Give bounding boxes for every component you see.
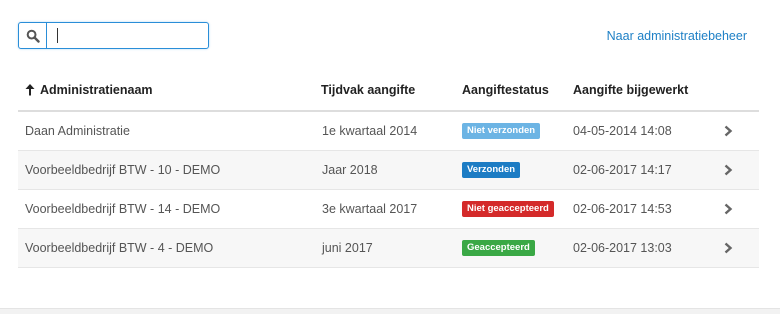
- status-badge: Niet verzonden: [462, 123, 541, 139]
- table-row[interactable]: Voorbeeldbedrijf BTW - 10 - DEMO Jaar 20…: [18, 151, 759, 190]
- chevron-right-icon[interactable]: [723, 125, 733, 137]
- column-header-status[interactable]: Aangiftestatus: [462, 83, 549, 97]
- aangifte-overview: Naar administratiebeheer Administratiena…: [0, 0, 780, 314]
- status-badge: Niet geaccepteerd: [462, 201, 554, 217]
- status-badge: Geaccepteerd: [462, 240, 535, 256]
- search-box[interactable]: [18, 22, 214, 49]
- cell-name: Daan Administratie: [25, 124, 130, 138]
- cell-name: Voorbeeldbedrijf BTW - 4 - DEMO: [25, 241, 214, 255]
- table-header: Administratienaam Tijdvak aangifte Aangi…: [18, 75, 759, 112]
- cell-updated: 02-06-2017 13:03: [573, 241, 672, 255]
- cell-updated: 02-06-2017 14:53: [573, 202, 672, 216]
- column-header-bijgewerkt[interactable]: Aangifte bijgewerkt: [573, 83, 688, 97]
- table-row[interactable]: Voorbeeldbedrijf BTW - 4 - DEMO juni 201…: [18, 229, 759, 268]
- cell-name: Voorbeeldbedrijf BTW - 10 - DEMO: [25, 163, 221, 177]
- cell-updated: 02-06-2017 14:17: [573, 163, 672, 177]
- text-caret: [57, 28, 58, 43]
- search-icon[interactable]: [19, 23, 47, 48]
- cell-period: Jaar 2018: [322, 163, 378, 177]
- column-header-tijdvak[interactable]: Tijdvak aangifte: [321, 83, 415, 97]
- status-badge: Verzonden: [462, 162, 521, 178]
- search-icon-svg: [26, 29, 40, 43]
- chevron-right-icon[interactable]: [723, 242, 733, 254]
- cell-updated: 04-05-2014 14:08: [573, 124, 672, 138]
- arrow-up-icon[interactable]: [25, 84, 35, 96]
- table-row[interactable]: Daan Administratie 1e kwartaal 2014 Niet…: [18, 112, 759, 151]
- chevron-right-icon[interactable]: [723, 164, 733, 176]
- table-row[interactable]: Voorbeeldbedrijf BTW - 14 - DEMO 3e kwar…: [18, 190, 759, 229]
- admin-management-link[interactable]: Naar administratiebeheer: [607, 29, 747, 43]
- cell-period: 3e kwartaal 2017: [322, 202, 418, 216]
- column-header-administratienaam[interactable]: Administratienaam: [40, 83, 153, 97]
- cell-name: Voorbeeldbedrijf BTW - 14 - DEMO: [25, 202, 221, 216]
- cell-period: 1e kwartaal 2014: [322, 124, 418, 138]
- search-input[interactable]: [48, 25, 214, 46]
- chevron-right-icon[interactable]: [723, 203, 733, 215]
- page-footer-bar: [0, 308, 780, 314]
- cell-period: juni 2017: [322, 241, 373, 255]
- aangifte-table: Administratienaam Tijdvak aangifte Aangi…: [18, 75, 759, 268]
